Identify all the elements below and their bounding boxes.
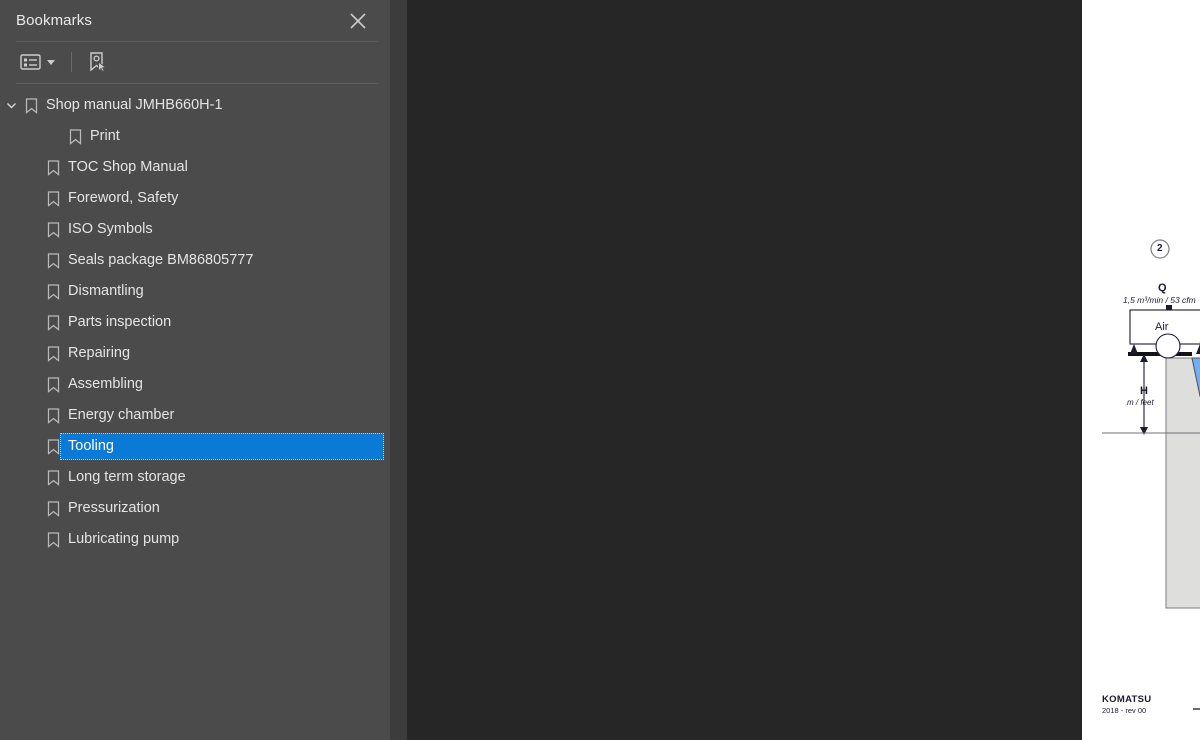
bookmark-icon	[44, 407, 62, 424]
bookmarks-toolbar	[0, 42, 390, 82]
new-bookmark-icon[interactable]	[86, 51, 108, 73]
bookmark-item-tooling[interactable]: Tooling	[0, 431, 390, 462]
chevron-down-icon[interactable]	[47, 59, 55, 65]
bookmark-item-foreword-safety[interactable]: Foreword, Safety	[0, 183, 390, 214]
bookmark-item-label: Shop manual JMHB660H-1	[46, 97, 223, 114]
pdf-viewer-backdrop: .ln{fill:none;stroke:#1b1b2e;stroke-widt…	[407, 0, 1200, 740]
bookmark-item-parts-inspection[interactable]: Parts inspection	[0, 307, 390, 338]
bookmark-icon	[44, 221, 62, 238]
bookmark-item-long-term-storage[interactable]: Long term storage	[0, 462, 390, 493]
bookmark-item-dismantling[interactable]: Dismantling	[0, 276, 390, 307]
pdf-page: .ln{fill:none;stroke:#1b1b2e;stroke-widt…	[1082, 0, 1200, 740]
bookmark-item-label: Foreword, Safety	[68, 190, 179, 207]
bookmark-icon	[44, 438, 62, 455]
bookmark-item-label: TOC Shop Manual	[68, 159, 188, 176]
bookmark-options-list-icon[interactable]	[20, 53, 55, 71]
toolbar-divider	[16, 83, 378, 84]
site-cross-section	[1128, 352, 1200, 609]
expand-chevron-icon[interactable]	[0, 100, 22, 111]
bookmark-item-label: Parts inspection	[68, 314, 172, 331]
depth-label-H: H	[1140, 385, 1148, 397]
footer-graphics	[1193, 708, 1200, 710]
bookmark-item-shop-manual-jmhb660h-1[interactable]: Shop manual JMHB660H-1	[0, 90, 390, 121]
bookmark-item-seals-package-bm86805777[interactable]: Seals package BM86805777	[0, 245, 390, 276]
bookmark-list: Shop manual JMHB660H-1 Print TOC Shop Manu…	[0, 90, 390, 555]
bookmark-icon	[44, 376, 62, 393]
bookmark-icon	[44, 252, 62, 269]
bookmark-item-label: Pressurization	[68, 500, 160, 517]
flow-rate-title: Q	[1158, 282, 1167, 294]
bookmark-icon	[44, 500, 62, 517]
depth-label-units: m / feet	[1127, 398, 1154, 407]
air-compressor	[1129, 305, 1200, 359]
bookmark-item-label: Lubricating pump	[68, 531, 180, 548]
bookmark-item-label: Dismantling	[68, 283, 144, 300]
bookmark-icon	[44, 469, 62, 486]
bookmarks-panel-header: Bookmarks	[0, 0, 390, 41]
bookmark-item-energy-chamber[interactable]: Energy chamber	[0, 400, 390, 431]
bookmark-icon	[44, 345, 62, 362]
bookmark-item-label: Tooling	[68, 438, 114, 455]
callout-label-2: 2	[1157, 243, 1163, 254]
bookmark-item-repairing[interactable]: Repairing	[0, 338, 390, 369]
bookmark-item-label: Assembling	[68, 376, 143, 393]
bookmark-item-label: Seals package BM86805777	[68, 252, 254, 269]
bookmark-item-lubricating-pump[interactable]: Lubricating pump	[0, 524, 390, 555]
bookmark-item-label: Energy chamber	[68, 407, 175, 424]
bookmark-item-label: Print	[90, 128, 120, 145]
close-icon[interactable]	[346, 9, 370, 33]
panel-title: Bookmarks	[16, 12, 92, 29]
bookmark-item-label: Long term storage	[68, 469, 186, 486]
panel-splitter[interactable]	[390, 0, 793, 740]
bookmark-icon	[44, 159, 62, 176]
bookmark-icon	[22, 97, 40, 114]
bookmark-icon	[66, 128, 84, 145]
bookmark-item-pressurization[interactable]: Pressurization	[0, 493, 390, 524]
footer-brand: KOMATSU	[1102, 694, 1152, 705]
bookmark-icon	[44, 283, 62, 300]
bookmark-item-iso-symbols[interactable]: ISO Symbols	[0, 214, 390, 245]
flow-rate-value: 1,5 m³/min / 53 cfm	[1123, 295, 1196, 305]
bookmark-item-print[interactable]: Print	[0, 121, 390, 152]
bookmarks-panel: Bookmarks Shop manual JMHB660H-1 Print T…	[0, 0, 390, 740]
bookmark-icon	[44, 190, 62, 207]
bookmark-item-assembling[interactable]: Assembling	[0, 369, 390, 400]
application-window: Bookmarks Shop manual JMHB660H-1 Print T…	[0, 0, 1200, 740]
footer-revision: 2018 - rev 00	[1102, 706, 1147, 715]
bookmark-icon	[44, 531, 62, 548]
air-compressor-label: Air	[1155, 321, 1169, 333]
technical-illustration: .ln{fill:none;stroke:#1b1b2e;stroke-widt…	[1082, 0, 1200, 740]
bookmark-item-label: Repairing	[68, 345, 131, 362]
toolbar-separator	[71, 52, 72, 72]
bookmark-icon	[44, 314, 62, 331]
bookmark-item-label: ISO Symbols	[68, 221, 153, 238]
bookmark-item-toc-shop-manual[interactable]: TOC Shop Manual	[0, 152, 390, 183]
